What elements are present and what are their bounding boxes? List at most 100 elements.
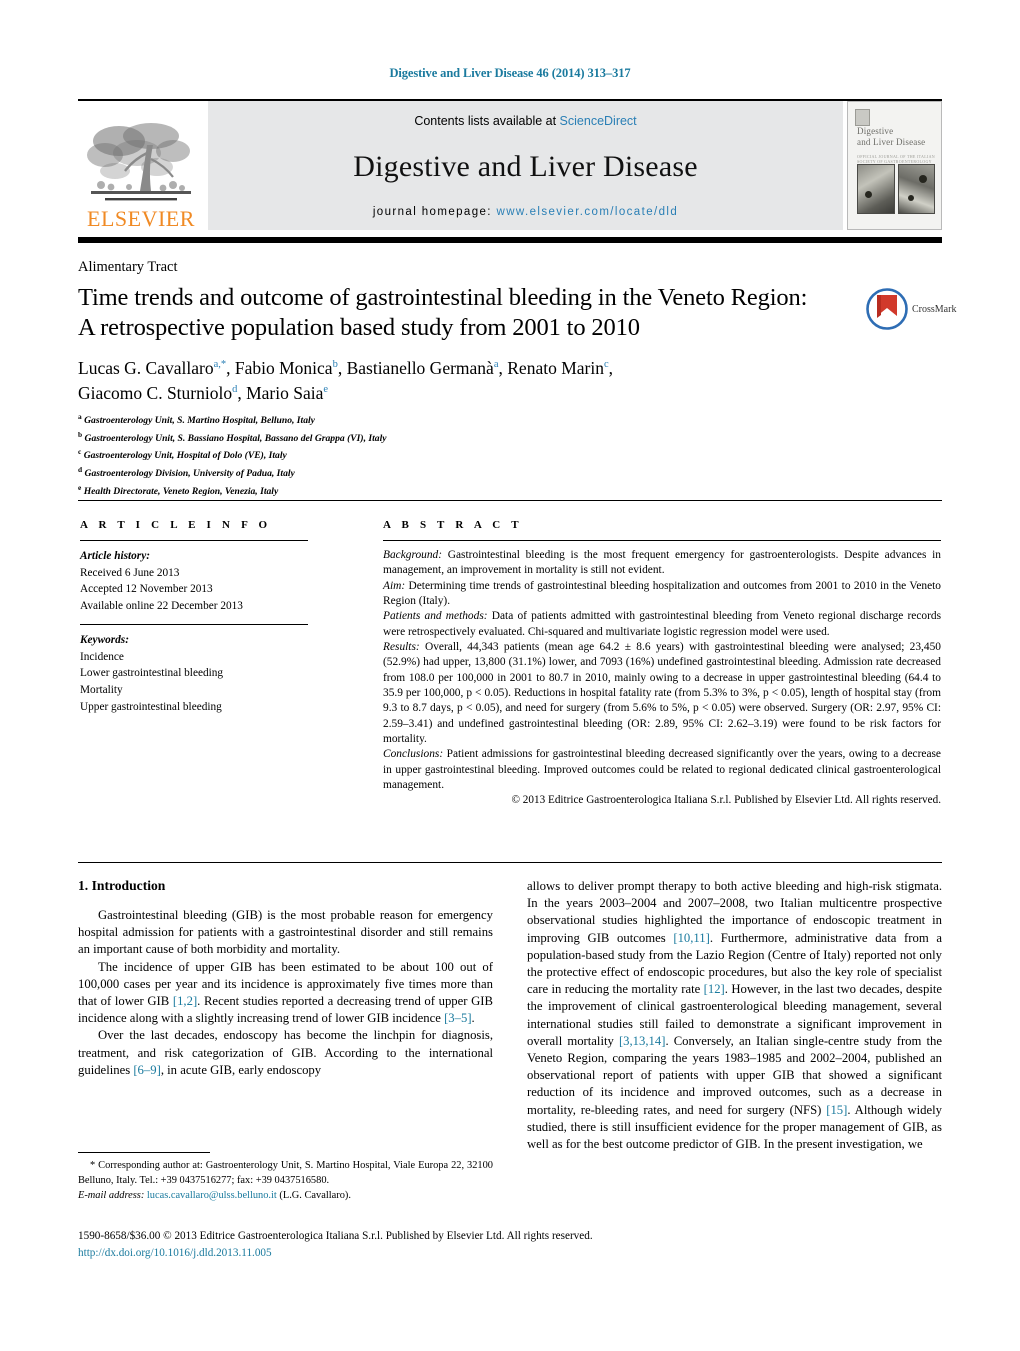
body-text: . — [471, 1011, 475, 1026]
abstract-text-conclusions: Patient admissions for gastrointestinal … — [383, 748, 941, 791]
email-suffix: (L.G. Cavallaro). — [276, 1189, 351, 1201]
doi-link[interactable]: http://dx.doi.org/10.1016/j.dld.2013.11.… — [78, 1245, 942, 1262]
journal-title: Digestive and Liver Disease — [353, 150, 698, 183]
abstract-paragraph-conclusions: Conclusions: Patient admissions for gast… — [383, 747, 941, 793]
history-item: Available online 22 December 2013 — [80, 600, 243, 613]
author-affil-mark[interactable]: a,* — [214, 359, 227, 370]
author-affil-mark[interactable]: a — [494, 359, 499, 370]
affiliation-text: Health Directorate, Veneto Region, Venez… — [83, 486, 279, 498]
affiliation-list: a Gastroenterology Unit, S. Martino Hosp… — [78, 411, 678, 500]
abstract-column: A B S T R A C T Background: Gastrointest… — [383, 519, 941, 808]
affiliation-mark: e — [78, 482, 82, 492]
affiliation-text: Gastroenterology Unit, Hospital of Dolo … — [83, 450, 287, 462]
homepage-prefix: journal homepage: — [372, 206, 497, 218]
author-name: Lucas G. Cavallaro — [78, 358, 214, 378]
history-item: Received 6 June 2013 — [80, 566, 180, 579]
keyword-item: Mortality — [80, 684, 123, 697]
sciencedirect-link[interactable]: ScienceDirect — [560, 114, 637, 128]
cover-scan-left — [857, 164, 895, 214]
page-footer: 1590-8658/$36.00 © 2013 Editrice Gastroe… — [78, 1228, 942, 1262]
footnote-body: Corresponding author at: Gastroenterolog… — [78, 1160, 493, 1186]
abstract-paragraph-methods: Patients and methods: Data of patients a… — [383, 609, 941, 640]
footnote-text: * Corresponding author at: Gastroenterol… — [78, 1159, 493, 1203]
body-paragraph: Gastrointestinal bleeding (GIB) is the m… — [78, 908, 493, 957]
article-history-block: Article history: Received 6 June 2013 Ac… — [80, 548, 315, 615]
abstract-label-methods: Patients and methods: — [383, 610, 488, 623]
citation-ref[interactable]: [1,2] — [173, 994, 197, 1008]
cover-scan-images — [857, 164, 935, 214]
crossmark-label: CrossMark — [912, 303, 957, 315]
masthead-bottom-rule — [78, 237, 942, 243]
keywords-rule — [80, 623, 308, 625]
article-info-rule — [80, 540, 308, 541]
affiliation-mark: d — [78, 465, 83, 475]
history-item: Accepted 12 November 2013 — [80, 583, 213, 596]
body-text: , in acute GIB, early endoscopy — [160, 1062, 322, 1077]
author-affil-mark[interactable]: e — [323, 384, 328, 395]
abstract-label-aim: Aim: — [383, 579, 406, 592]
abstract-heading: A B S T R A C T — [383, 519, 523, 531]
journal-masthead: ELSEVIER Contents lists available at Sci… — [78, 99, 942, 233]
citation-ref[interactable]: [3,13,14] — [619, 1034, 666, 1048]
affiliation-mark: a — [78, 412, 82, 421]
citation-ref[interactable]: [10,11] — [673, 931, 710, 945]
cover-scan-right — [897, 164, 935, 214]
article-section-label: Alimentary Tract — [78, 259, 178, 275]
abstract-text-results: Overall, 44,343 patients (mean age 64.2 … — [383, 640, 941, 745]
crossmark-badge[interactable]: CrossMark — [866, 286, 962, 332]
elsevier-wordmark: ELSEVIER — [87, 206, 195, 231]
abstract-paragraph-results: Results: Overall, 44,343 patients (mean … — [383, 640, 941, 747]
abstract-copyright: © 2013 Editrice Gastroenterologica Itali… — [511, 794, 941, 807]
affiliation-text: Gastroenterology Division, University of… — [84, 468, 295, 480]
affiliation-item: c Gastroenterology Unit, Hospital of Dol… — [78, 446, 678, 464]
section-heading-introduction: 1. Introduction — [78, 878, 166, 893]
abstract-label-background: Background: — [383, 549, 443, 561]
citation-ref[interactable]: [15] — [826, 1103, 847, 1117]
citation-ref[interactable]: [3–5] — [444, 1011, 471, 1025]
keywords-block: Keywords: Incidence Lower gastrointestin… — [80, 632, 315, 716]
author-affil-mark[interactable]: c — [604, 359, 609, 370]
email-label: E-mail address: — [78, 1189, 145, 1201]
page-title: Time trends and outcome of gastrointesti… — [78, 284, 808, 341]
email-link[interactable]: lucas.cavallaro@ulss.belluno.it — [147, 1190, 277, 1201]
author-affil-mark[interactable]: b — [333, 359, 338, 370]
footnote-rule — [78, 1152, 210, 1153]
affiliation-text: Gastroenterology Unit, S. Bassiano Hospi… — [84, 432, 387, 444]
citation-ref[interactable]: [6–9] — [133, 1063, 160, 1077]
author-affil-mark[interactable]: d — [232, 384, 237, 395]
band-bottom-rule — [78, 862, 942, 863]
affiliation-item: d Gastroenterology Division, University … — [78, 464, 678, 482]
affiliation-item: b Gastroenterology Unit, S. Bassiano Hos… — [78, 429, 678, 447]
homepage-url-link[interactable]: www.elsevier.com/locate/dld — [497, 206, 679, 218]
author-name: Renato Marin — [507, 358, 604, 378]
abstract-label-results: Results: — [383, 640, 420, 653]
abstract-text-aim: Determining time trends of gastrointesti… — [383, 579, 941, 607]
journal-homepage-line: journal homepage: www.elsevier.com/locat… — [373, 206, 678, 218]
contents-available-line: Contents lists available at ScienceDirec… — [414, 114, 636, 128]
body-paragraph: allows to deliver prompt therapy to both… — [527, 878, 942, 1153]
abstract-paragraph-background: Background: Gastrointestinal bleeding is… — [383, 548, 941, 579]
journal-cover-thumbnail[interactable]: Digestive and Liver Disease OFFICIAL JOU… — [847, 101, 942, 230]
abstract-paragraph-aim: Aim: Determining time trends of gastroin… — [383, 579, 941, 610]
cover-title-line1: Digestive — [857, 126, 894, 136]
corresponding-author-footnote: * Corresponding author at: Gastroenterol… — [78, 1152, 493, 1203]
body-column-right: allows to deliver prompt therapy to both… — [527, 878, 942, 1153]
band-top-rule — [78, 500, 942, 501]
body-paragraph: The incidence of upper GIB has been esti… — [78, 959, 493, 1028]
article-info-column: A R T I C L E I N F O Article history: R… — [80, 519, 315, 715]
body-paragraph: Over the last decades, endoscopy has bec… — [78, 1027, 493, 1079]
affiliation-mark: c — [78, 447, 82, 457]
author-name: Giacomo C. Sturniolo — [78, 382, 233, 403]
citation-ref[interactable]: [12] — [704, 982, 725, 996]
article-history-label: Article history: — [80, 550, 150, 562]
elsevier-logo: ELSEVIER — [78, 101, 204, 230]
issn-copyright-line: 1590-8658/$36.00 © 2013 Editrice Gastroe… — [78, 1230, 593, 1242]
author-list: Lucas G. Cavallaroa,*, Fabio Monicab, Ba… — [78, 358, 614, 403]
keyword-item: Incidence — [80, 650, 124, 663]
keyword-item: Lower gastrointestinal bleeding — [80, 667, 224, 680]
keyword-item: Upper gastrointestinal bleeding — [80, 700, 222, 713]
abstract-text-background: Gastrointestinal bleeding is the most fr… — [383, 549, 941, 577]
running-head: Digestive and Liver Disease 46 (2014) 31… — [389, 66, 631, 80]
body-column-left: 1. Introduction Gastrointestinal bleedin… — [78, 878, 493, 1079]
author-name: Fabio Monica — [234, 358, 333, 378]
